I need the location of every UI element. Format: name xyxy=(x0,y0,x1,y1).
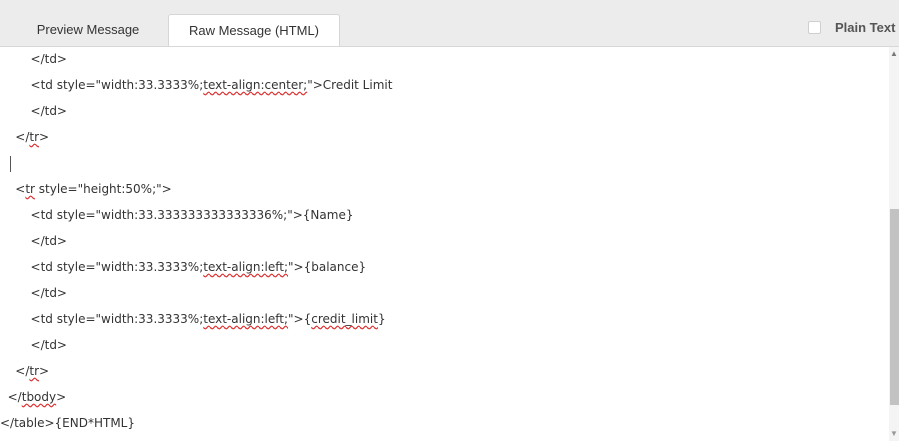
code-line: <td style="width:33.333333333333336%;">{… xyxy=(0,202,354,228)
code-text: </td> xyxy=(0,104,67,118)
scroll-down-icon[interactable]: ▼ xyxy=(889,427,899,441)
scrollbar-thumb[interactable] xyxy=(890,209,899,405)
code-text: </td> xyxy=(0,286,67,300)
spellcheck-flagged-text: tr xyxy=(29,364,39,378)
code-text: <td style="width:33.3333%; xyxy=(0,312,204,326)
spellcheck-flagged-text: credit_limit xyxy=(311,312,378,326)
code-line: </td> xyxy=(0,332,67,358)
spellcheck-flagged-text: tr xyxy=(25,182,35,196)
code-line: <td style="width:33.3333%;text-align:lef… xyxy=(0,254,367,280)
plain-text-checkbox[interactable] xyxy=(808,20,821,34)
spellcheck-flagged-text: text-align:left; xyxy=(203,312,289,326)
code-line: <td style="width:33.3333%;text-align:lef… xyxy=(0,306,386,332)
code-text: <td style="width:33.3333%; xyxy=(0,78,204,92)
code-line: </td> xyxy=(0,228,67,254)
code-text: </table>{END*HTML} xyxy=(0,416,136,430)
code-text: </td> xyxy=(0,234,67,248)
spellcheck-flagged-text: tr xyxy=(29,130,39,144)
code-text: ">{ xyxy=(288,312,312,326)
code-line: </td> xyxy=(0,47,67,72)
code-text: </td> xyxy=(0,338,67,352)
code-text: </ xyxy=(0,130,30,144)
code-line: </td> xyxy=(0,280,67,306)
code-text: > xyxy=(56,390,67,404)
message-tab-bar: Preview Message Raw Message (HTML) Plain… xyxy=(0,0,899,47)
code-text: ">Credit Limit xyxy=(307,78,393,92)
spellcheck-flagged-text: text-align:center; xyxy=(203,78,308,92)
code-text: } xyxy=(377,312,386,326)
raw-html-editor[interactable]: </td> <td style="width:33.3333%;text-ali… xyxy=(0,47,889,441)
code-text: <td style="width:33.3333%; xyxy=(0,260,204,274)
code-line: </tr> xyxy=(0,124,49,150)
code-text: < xyxy=(0,182,26,196)
code-text: </td> xyxy=(0,52,67,66)
tab-raw-message-html[interactable]: Raw Message (HTML) xyxy=(168,14,340,46)
spellcheck-flagged-text: text-align:left; xyxy=(203,260,289,274)
editor-scrollbar[interactable]: ▲ ▼ xyxy=(889,47,899,441)
code-text: </ xyxy=(0,390,22,404)
code-text: > xyxy=(39,130,50,144)
code-text: ">{balance} xyxy=(288,260,367,274)
code-line: </tr> xyxy=(0,358,49,384)
text-caret xyxy=(10,156,11,172)
code-line: </table>{END*HTML} xyxy=(0,410,135,436)
code-line: <td style="width:33.3333%;text-align:cen… xyxy=(0,72,393,98)
spellcheck-flagged-text: tbody xyxy=(21,390,57,404)
plain-text-label: Plain Text xyxy=(835,19,896,35)
plain-text-toggle[interactable]: Plain Text xyxy=(808,18,895,36)
tab-preview-message[interactable]: Preview Message xyxy=(18,14,158,46)
code-text: > xyxy=(39,364,50,378)
scroll-up-icon[interactable]: ▲ xyxy=(889,47,899,61)
code-text: style="height:50%;"> xyxy=(34,182,172,196)
code-line: </tbody> xyxy=(0,384,67,410)
code-text: </ xyxy=(0,364,30,378)
code-line: <tr style="height:50%;"> xyxy=(0,176,172,202)
code-text: <td style="width:33.333333333333336%;">{… xyxy=(0,208,354,222)
code-line: </td> xyxy=(0,98,67,124)
